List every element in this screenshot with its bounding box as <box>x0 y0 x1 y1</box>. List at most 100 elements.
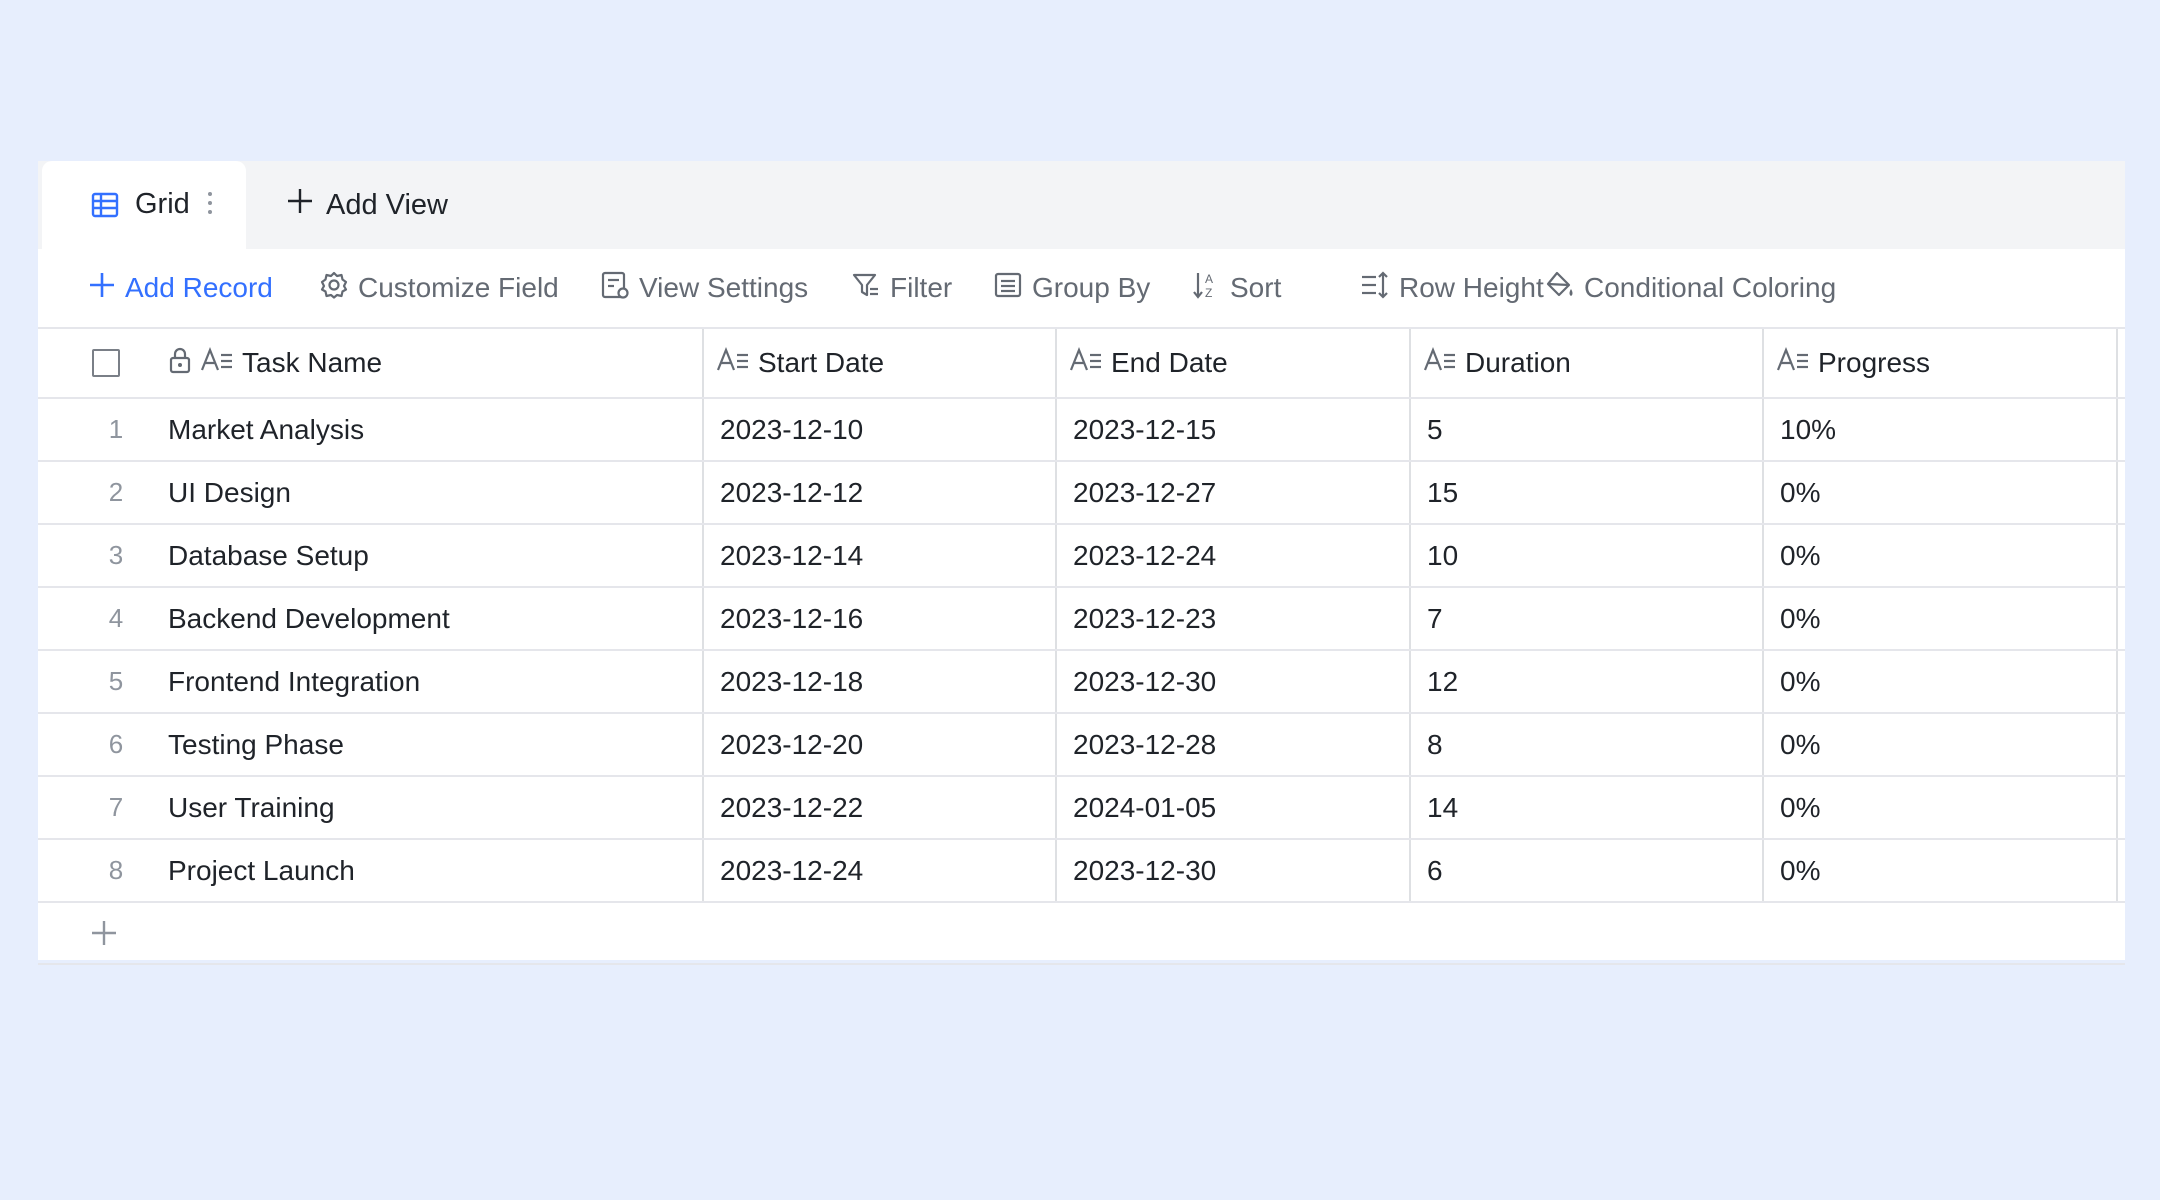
svg-text:A: A <box>1205 272 1213 286</box>
cell-duration[interactable]: 7 <box>1427 588 1443 649</box>
cell-progress[interactable]: 0% <box>1780 651 1820 712</box>
cell-start-date[interactable]: 2023-12-20 <box>720 714 863 775</box>
table-row[interactable]: 6 Testing Phase 2023-12-20 2023-12-28 8 0% <box>38 714 2125 777</box>
table-row[interactable]: 8 Project Launch 2023-12-24 2023-12-30 6 0% <box>38 840 2125 903</box>
cell-start-date[interactable]: 2023-12-10 <box>720 399 863 460</box>
cell-duration[interactable]: 12 <box>1427 651 1458 712</box>
cell-task-name[interactable]: Project Launch <box>168 840 355 901</box>
table-row[interactable]: 1 Market Analysis 2023-12-10 2023-12-15 5 10% <box>38 399 2125 462</box>
tab-grid-label: Grid <box>135 188 190 220</box>
column-divider <box>2116 840 2118 901</box>
row-number: 5 <box>108 666 124 696</box>
cell-duration[interactable]: 5 <box>1427 399 1443 460</box>
cell-start-date[interactable]: 2023-12-16 <box>720 588 863 649</box>
table-row[interactable]: 4 Backend Development 2023-12-16 2023-12-23… <box>38 588 2125 651</box>
cell-duration[interactable]: 8 <box>1427 714 1443 775</box>
cell-end-date[interactable]: 2024-01-05 <box>1073 777 1216 838</box>
column-divider <box>1409 714 1411 775</box>
column-header-start-date[interactable]: Start Date <box>716 329 884 397</box>
add-view-button[interactable]: Add View <box>286 161 448 249</box>
column-header-duration[interactable]: Duration <box>1423 329 1571 397</box>
row-number: 1 <box>108 414 124 444</box>
table-row[interactable]: 7 User Training 2023-12-22 2024-01-05 14 0% <box>38 777 2125 840</box>
column-header-task-name[interactable]: Task Name <box>168 329 382 397</box>
column-header-end-date[interactable]: End Date <box>1069 329 1228 397</box>
column-header-label: End Date <box>1111 347 1228 378</box>
cell-task-name[interactable]: Frontend Integration <box>168 651 420 712</box>
add-row-button[interactable] <box>38 903 2125 965</box>
cell-duration[interactable]: 15 <box>1427 462 1458 523</box>
vertical-dots-icon[interactable] <box>206 190 214 221</box>
row-number: 8 <box>108 855 124 885</box>
cell-start-date[interactable]: 2023-12-12 <box>720 462 863 523</box>
cell-task-name[interactable]: Backend Development <box>168 588 450 649</box>
cell-progress[interactable]: 0% <box>1780 588 1820 649</box>
row-number: 3 <box>108 540 124 570</box>
row-number: 4 <box>108 603 124 633</box>
cell-task-name[interactable]: Market Analysis <box>168 399 364 460</box>
customize-field-label: Customize Field <box>358 272 559 303</box>
cell-progress[interactable]: 0% <box>1780 777 1820 838</box>
column-divider <box>1762 525 1764 586</box>
column-header-label: Task Name <box>242 347 383 378</box>
cell-end-date[interactable]: 2023-12-27 <box>1073 462 1216 523</box>
sort-az-icon: A Z <box>1191 270 1221 307</box>
cell-start-date[interactable]: 2023-12-14 <box>720 525 863 586</box>
cell-duration[interactable]: 14 <box>1427 777 1458 838</box>
column-divider <box>702 651 704 712</box>
column-divider <box>702 588 704 649</box>
table-row[interactable]: 2 UI Design 2023-12-12 2023-12-27 15 0% <box>38 462 2125 525</box>
cell-end-date[interactable]: 2023-12-24 <box>1073 525 1216 586</box>
cell-progress[interactable]: 0% <box>1780 714 1820 775</box>
cell-end-date[interactable]: 2023-12-30 <box>1073 651 1216 712</box>
column-divider <box>1055 525 1057 586</box>
text-field-icon <box>1423 346 1457 381</box>
select-all-checkbox[interactable] <box>92 329 120 397</box>
column-divider <box>702 840 704 901</box>
column-divider <box>702 462 704 523</box>
group-by-button[interactable]: Group By <box>993 249 1150 327</box>
row-height-button[interactable]: Row Height <box>1360 249 1544 327</box>
cell-progress[interactable]: 0% <box>1780 525 1820 586</box>
column-header-progress[interactable]: Progress <box>1776 329 1930 397</box>
view-settings-button[interactable]: View Settings <box>600 249 808 327</box>
cell-end-date[interactable]: 2023-12-23 <box>1073 588 1216 649</box>
cell-end-date[interactable]: 2023-12-28 <box>1073 714 1216 775</box>
table-row[interactable]: 5 Frontend Integration 2023-12-18 2023-12-3… <box>38 651 2125 714</box>
column-divider <box>1762 840 1764 901</box>
sort-button[interactable]: A Z Sort <box>1191 249 1281 327</box>
cell-duration[interactable]: 6 <box>1427 840 1443 901</box>
cell-progress[interactable]: 10% <box>1780 399 1836 460</box>
cell-end-date[interactable]: 2023-12-15 <box>1073 399 1216 460</box>
column-header-label: Duration <box>1465 347 1571 378</box>
list-group-icon <box>993 270 1023 307</box>
lock-icon <box>168 346 192 381</box>
cell-start-date[interactable]: 2023-12-18 <box>720 651 863 712</box>
cell-task-name[interactable]: User Training <box>168 777 335 838</box>
column-divider <box>2116 525 2118 586</box>
column-divider <box>1409 462 1411 523</box>
cell-task-name[interactable]: Testing Phase <box>168 714 344 775</box>
customize-field-button[interactable]: Customize Field <box>319 249 559 327</box>
add-record-button[interactable]: Add Record <box>88 249 273 327</box>
cell-progress[interactable]: 0% <box>1780 462 1820 523</box>
tab-grid[interactable]: Grid <box>42 161 246 249</box>
cell-start-date[interactable]: 2023-12-24 <box>720 840 863 901</box>
row-number: 6 <box>108 729 124 759</box>
table-row[interactable]: 3 Database Setup 2023-12-14 2023-12-24 10 0% <box>38 525 2125 588</box>
text-field-icon <box>200 346 234 381</box>
conditional-coloring-button[interactable]: Conditional Coloring <box>1545 249 1836 327</box>
row-height-label: Row Height <box>1399 272 1544 303</box>
filter-button[interactable]: Filter <box>851 249 952 327</box>
group-by-label: Group By <box>1032 272 1151 303</box>
conditional-coloring-label: Conditional Coloring <box>1584 272 1837 303</box>
cell-task-name[interactable]: Database Setup <box>168 525 369 586</box>
cell-task-name[interactable]: UI Design <box>168 462 291 523</box>
cell-progress[interactable]: 0% <box>1780 840 1820 901</box>
plus-icon <box>286 187 314 223</box>
cell-start-date[interactable]: 2023-12-22 <box>720 777 863 838</box>
column-divider <box>702 714 704 775</box>
cell-duration[interactable]: 10 <box>1427 525 1458 586</box>
row-number: 7 <box>108 792 124 822</box>
cell-end-date[interactable]: 2023-12-30 <box>1073 840 1216 901</box>
